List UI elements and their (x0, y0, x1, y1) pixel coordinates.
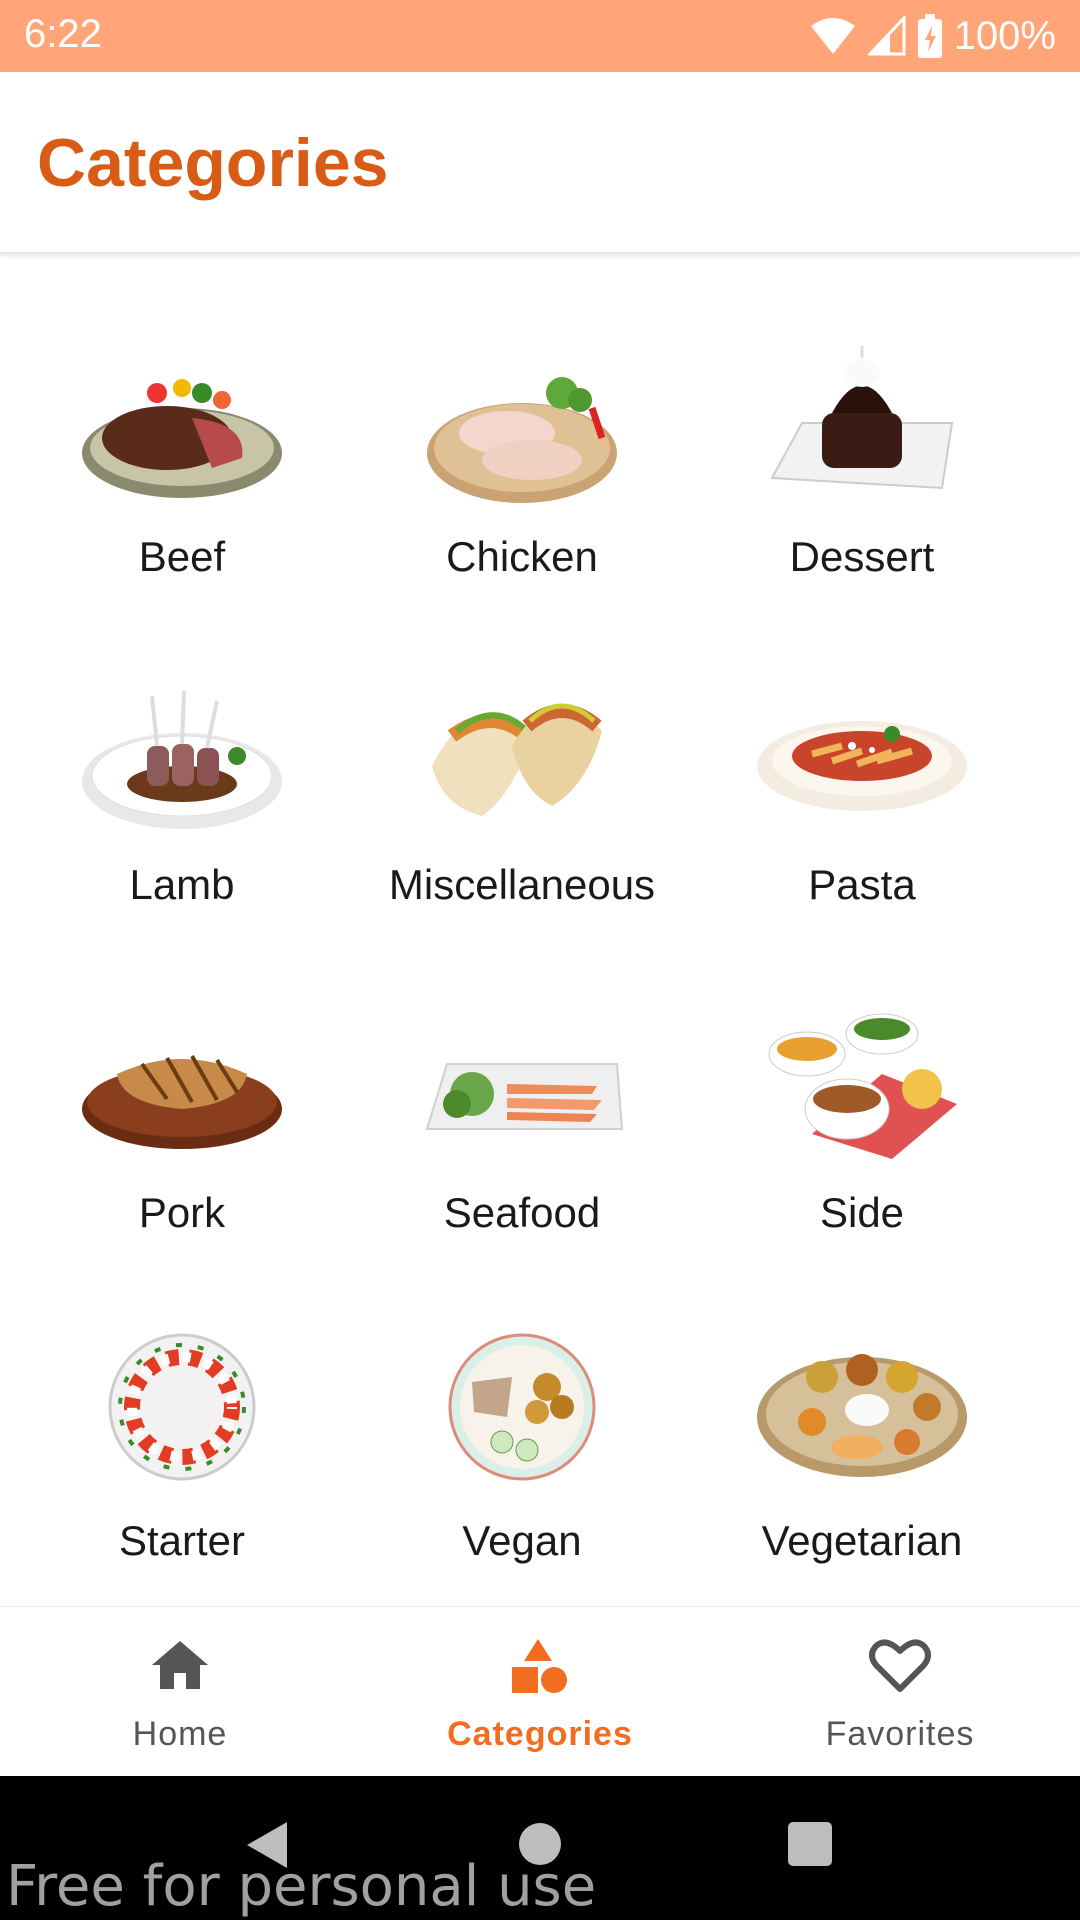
watermark-text: Free for personal use (6, 1854, 597, 1919)
category-side[interactable]: Side (692, 994, 1032, 1322)
category-label: Chicken (446, 533, 598, 580)
category-grid-viewport[interactable]: Beef Chicken Dessert Lamb Miscellaneous … (0, 254, 1080, 1606)
battery-percent: 100% (953, 13, 1056, 58)
nav-favorites[interactable]: Favorites (750, 1607, 1050, 1777)
page-title: Categories (37, 125, 389, 201)
category-label: Beef (138, 533, 226, 580)
category-label: Pasta (808, 861, 916, 908)
category-pasta[interactable]: Pasta (692, 666, 1032, 994)
category-grid: Beef Chicken Dessert Lamb Miscellaneous … (0, 338, 1080, 1606)
category-label: Vegetarian (761, 1517, 963, 1564)
lamb-chops-image (82, 690, 282, 829)
pasta-bowl-image (757, 721, 967, 811)
status-bar: 6:22 100% (0, 0, 1080, 72)
category-label: Side (819, 1189, 905, 1236)
category-label: Seafood (443, 1189, 601, 1236)
shapes-icon (508, 1637, 572, 1702)
category-chicken[interactable]: Chicken (352, 338, 692, 666)
category-lamb[interactable]: Lamb (12, 666, 352, 994)
category-label: Pork (138, 1189, 226, 1236)
category-label: Starter (118, 1517, 246, 1564)
battery-icon (917, 14, 942, 58)
category-label: Miscellaneous (388, 861, 656, 908)
home-icon (148, 1637, 212, 1698)
beef-steak-image (82, 379, 282, 498)
category-label: Dessert (789, 533, 935, 580)
salmon-plate-image (425, 1063, 624, 1130)
bottom-navigation: Home Categories Favorites (0, 1606, 1080, 1777)
chicken-legs-image (427, 377, 617, 503)
status-icons: 100% (810, 10, 1056, 62)
side-dishes-image (768, 1013, 957, 1159)
category-pork[interactable]: Pork (12, 994, 352, 1322)
category-vegetarian[interactable]: Vegetarian (692, 1322, 1032, 1606)
nav-favorites-label: Favorites (825, 1715, 975, 1753)
vegan-bowl-image (448, 1333, 596, 1481)
wifi-icon (810, 16, 856, 56)
category-seafood[interactable]: Seafood (352, 994, 692, 1322)
nav-categories-label: Categories (447, 1715, 633, 1753)
category-beef[interactable]: Beef (12, 338, 352, 666)
category-label: Vegan (462, 1517, 582, 1564)
chocolate-cake-image (770, 346, 954, 490)
thali-platter-image (757, 1354, 967, 1477)
tacos-image (432, 703, 602, 816)
nav-home-label: Home (132, 1715, 228, 1753)
status-time: 6:22 (24, 12, 102, 56)
category-dessert[interactable]: Dessert (692, 338, 1032, 666)
cell-signal-icon (867, 16, 906, 56)
caprese-wreath-image (108, 1333, 256, 1481)
recents-icon[interactable] (788, 1822, 832, 1871)
category-label: Lamb (129, 861, 235, 908)
app-bar: Categories (0, 72, 1080, 253)
category-starter[interactable]: Starter (12, 1322, 352, 1606)
category-miscellaneous[interactable]: Miscellaneous (352, 666, 692, 994)
category-vegan[interactable]: Vegan (352, 1322, 692, 1606)
nav-categories[interactable]: Categories (390, 1607, 690, 1777)
pork-chop-image (82, 1055, 282, 1149)
nav-home[interactable]: Home (30, 1607, 330, 1777)
heart-icon (868, 1637, 932, 1698)
